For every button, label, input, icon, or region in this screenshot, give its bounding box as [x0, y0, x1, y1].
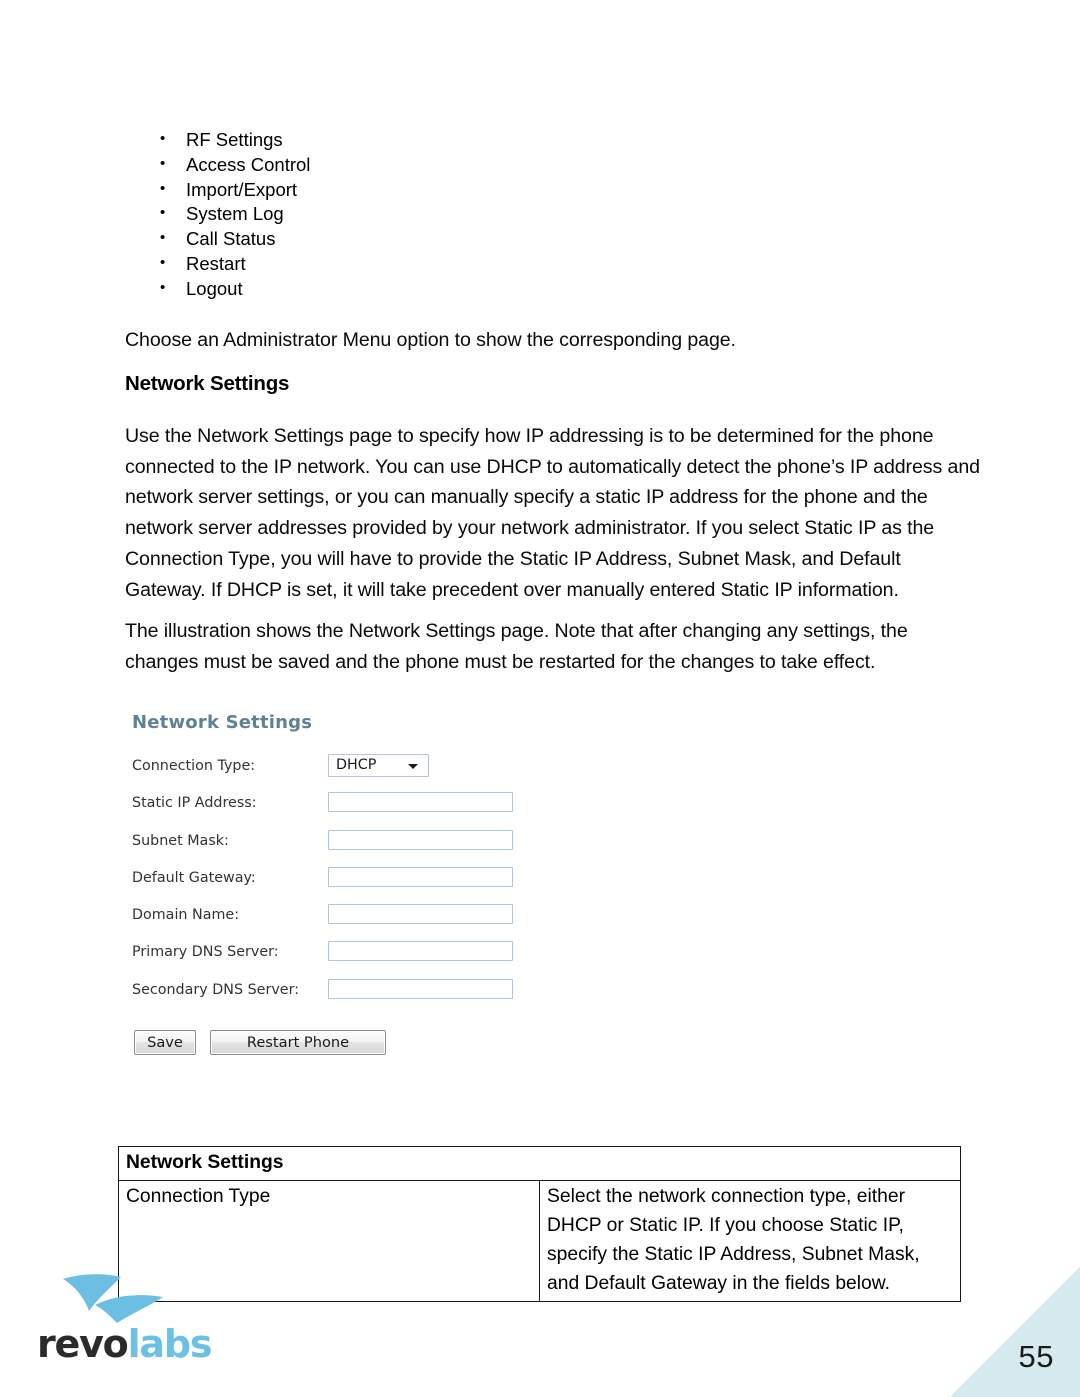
- intro-paragraph: Choose an Administrator Menu option to s…: [125, 329, 736, 351]
- corner-accent-triangle: [950, 1267, 1080, 1397]
- connection-type-value: DHCP: [336, 757, 377, 773]
- subnet-mask-label: Subnet Mask:: [132, 832, 229, 849]
- primary-dns-server-label: Primary DNS Server:: [132, 944, 279, 961]
- body-paragraph-two: The illustration shows the Network Setti…: [125, 620, 908, 673]
- form-row-primary-dns: Primary DNS Server:: [130, 941, 560, 979]
- secondary-dns-server-input[interactable]: [328, 978, 513, 999]
- default-gateway-label: Default Gateway:: [132, 869, 256, 886]
- domain-name-label: Domain Name:: [132, 907, 240, 924]
- page-title: Network Settings: [125, 372, 290, 395]
- list-item: Import/Export: [158, 177, 310, 203]
- connection-type-select[interactable]: DHCP: [328, 754, 429, 777]
- form-row-static-ip-address: Static IP Address:: [130, 792, 560, 830]
- body-paragraph-one: Use the Network Settings page to specify…: [125, 425, 980, 601]
- network-settings-form: Connection Type: DHCP Static IP Address:…: [130, 754, 560, 1017]
- subnet-mask-input[interactable]: [328, 829, 513, 850]
- table-row: Connection Type Select the network conne…: [118, 1180, 961, 1302]
- document-page: RF Settings Access Control Import/Export…: [0, 0, 1080, 1397]
- revolabs-logo: revolabs: [37, 1271, 217, 1371]
- save-button[interactable]: Save: [134, 1030, 196, 1055]
- form-row-subnet-mask: Subnet Mask:: [130, 829, 560, 868]
- form-row-secondary-dns: Secondary DNS Server:: [130, 978, 560, 1017]
- list-item: Access Control: [158, 152, 310, 178]
- revolabs-wings-icon: [63, 1274, 163, 1323]
- list-item: System Log: [158, 201, 310, 227]
- secondary-dns-server-label: Secondary DNS Server:: [132, 981, 300, 998]
- restart-phone-button[interactable]: Restart Phone: [210, 1030, 386, 1055]
- table-header-cell: Network Settings: [118, 1146, 961, 1181]
- page-number: 55: [1018, 1339, 1054, 1374]
- primary-dns-server-input[interactable]: [328, 941, 513, 962]
- administrator-menu-list: RF Settings Access Control Import/Export…: [158, 127, 310, 302]
- static-ip-address-input[interactable]: [328, 792, 513, 813]
- list-item: Logout: [158, 276, 310, 302]
- chevron-down-icon: [408, 764, 418, 769]
- form-row-domain-name: Domain Name:: [130, 904, 560, 942]
- revolabs-wordmark: revolabs: [37, 1322, 213, 1366]
- list-item: Restart: [158, 251, 310, 277]
- table-header-row: Network Settings: [118, 1146, 961, 1181]
- form-row-connection-type: Connection Type: DHCP: [130, 754, 560, 793]
- static-ip-address-label: Static IP Address:: [132, 795, 257, 812]
- table-cell-setting-description: Select the network connection type, eith…: [539, 1180, 961, 1302]
- connection-type-label: Connection Type:: [132, 758, 256, 774]
- default-gateway-input[interactable]: [328, 866, 513, 887]
- logo-text-labs: labs: [127, 1322, 213, 1366]
- list-item: RF Settings: [158, 127, 310, 153]
- network-settings-screenshot: Network Settings Connection Type: DHCP S…: [130, 712, 560, 1062]
- list-item: Call Status: [158, 226, 310, 252]
- form-row-default-gateway: Default Gateway:: [130, 866, 560, 905]
- settings-description-table: Network Settings Connection Type Select …: [118, 1146, 961, 1302]
- domain-name-input[interactable]: [328, 904, 513, 925]
- logo-text-revo: revo: [37, 1322, 129, 1366]
- webui-heading: Network Settings: [132, 712, 313, 733]
